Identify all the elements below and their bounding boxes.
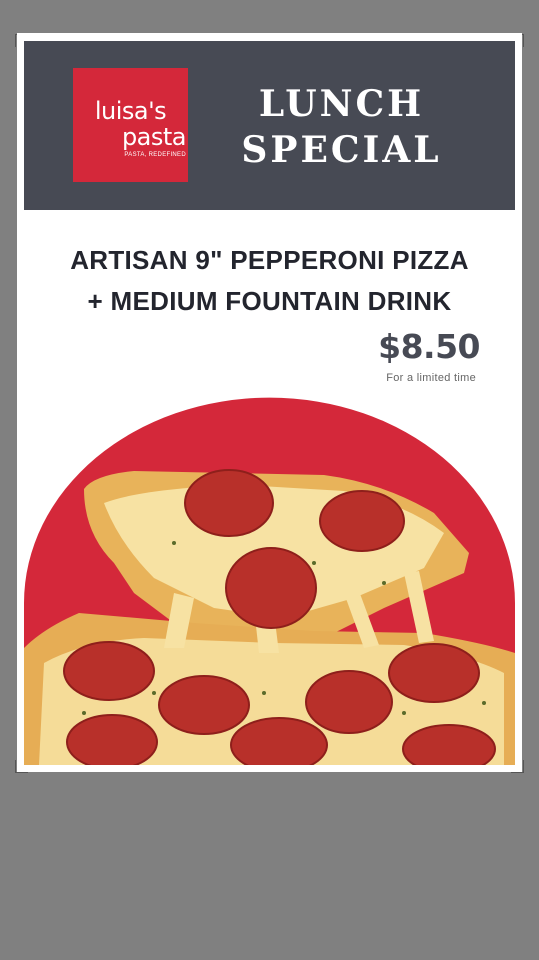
offer-line-2: + MEDIUM FOUNTAIN DRINK xyxy=(87,286,452,316)
poster-header: luisa's pasta PASTA, REDEFINED LUNCH SPE… xyxy=(24,41,515,210)
price-label: $8.50 xyxy=(378,327,480,366)
limited-time-note: For a limited time xyxy=(386,372,476,384)
poster-title: LUNCH SPECIAL xyxy=(209,81,474,173)
pizza-illustration xyxy=(24,397,515,765)
logo-wordmark-top: luisa's xyxy=(94,97,167,125)
logo-tagline: PASTA, REDEFINED xyxy=(124,152,186,158)
title-line-1: LUNCH xyxy=(258,83,425,125)
title-line-2: SPECIAL xyxy=(241,129,442,171)
lunch-special-poster: luisa's pasta PASTA, REDEFINED LUNCH SPE… xyxy=(17,33,522,772)
offer-line-1: ARTISAN 9" PEPPERONI PIZZA xyxy=(70,245,469,275)
pizza-image xyxy=(24,393,515,765)
luisas-pasta-logo: luisa's pasta PASTA, REDEFINED xyxy=(73,68,188,182)
offer-description: ARTISAN 9" PEPPERONI PIZZA + MEDIUM FOUN… xyxy=(17,240,522,322)
logo-wordmark-bottom: pasta xyxy=(121,123,187,151)
